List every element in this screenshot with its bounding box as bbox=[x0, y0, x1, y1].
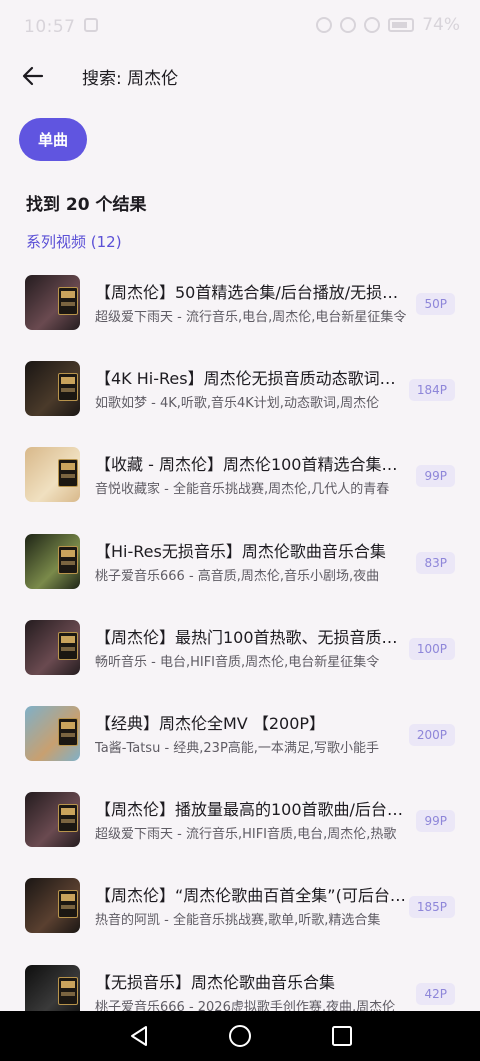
item-subtitle: Ta酱-Tatsu - 经典,23P高能,一本满足,写歌小能手 bbox=[95, 740, 380, 756]
item-subtitle: 桃子爱音乐666 - 高音质,周杰伦,音乐小剧场,夜曲 bbox=[95, 568, 380, 584]
arrow-left-icon bbox=[22, 66, 44, 86]
list-item[interactable]: 【经典】周杰伦全MV 【200P】 Ta酱-Tatsu - 经典,23P高能,一本… bbox=[0, 689, 480, 775]
video-thumbnail bbox=[25, 275, 80, 330]
nav-recents-button[interactable] bbox=[329, 1023, 355, 1049]
nav-home-button[interactable] bbox=[227, 1023, 253, 1049]
top-app-bar: 搜索: 周杰伦 bbox=[0, 56, 480, 96]
item-title: 【Hi-Res无损音乐】周杰伦歌曲音乐合集 bbox=[95, 541, 386, 561]
list-item[interactable]: 【收藏 - 周杰伦】周杰伦100首精选合集无损音悦收藏家 - 全能音乐挑战赛,周… bbox=[0, 430, 480, 516]
part-count-badge: 42P bbox=[416, 982, 455, 1005]
video-thumbnail bbox=[25, 361, 80, 417]
hires-audio-badge-icon bbox=[58, 804, 78, 833]
notification-icon bbox=[84, 18, 98, 32]
list-item[interactable]: 【Hi-Res无损音乐】周杰伦歌曲音乐合集桃子爱音乐666 - 高音质,周杰伦,… bbox=[0, 517, 480, 603]
back-button[interactable] bbox=[18, 60, 50, 92]
battery-level: 74% bbox=[422, 15, 460, 35]
list-item[interactable]: 【周杰伦】“周杰伦歌曲百首全集”(可后台播放) 热音的阿凯 - 全能音乐挑战赛,歌… bbox=[0, 861, 480, 947]
item-title: 【周杰伦】播放量最高的100首歌曲/后台播放 bbox=[95, 800, 410, 820]
alarm-icon bbox=[316, 17, 333, 33]
hires-audio-badge-icon bbox=[58, 545, 78, 574]
item-title: 【周杰伦】50首精选合集/后台播放/无损音质 bbox=[95, 283, 410, 302]
item-title: 【4K Hi-Res】周杰伦无损音质动态歌词合集 bbox=[95, 369, 410, 389]
item-title: 【周杰伦】最热门100首热歌、无损音质合集 bbox=[95, 627, 410, 647]
hires-audio-badge-icon bbox=[58, 287, 78, 315]
part-count-badge: 200P bbox=[408, 723, 455, 746]
item-subtitle: 超级爱下雨天 - 流行音乐,HIFI音质,电台,周杰伦,热歌 bbox=[95, 827, 397, 843]
part-count-badge: 100P bbox=[408, 637, 455, 660]
part-count-badge: 50P bbox=[416, 293, 455, 315]
hires-audio-badge-icon bbox=[58, 976, 78, 1005]
list-item[interactable]: 【周杰伦】播放量最高的100首歌曲/后台播放超级爱下雨天 - 流行音乐,HIFI… bbox=[0, 775, 480, 861]
part-count-badge: 99P bbox=[416, 465, 455, 488]
item-subtitle: 超级爱下雨天 - 流行音乐,电台,周杰伦,电台新星征集令 bbox=[95, 310, 407, 325]
recents-square-icon bbox=[332, 1026, 352, 1046]
hires-audio-badge-icon bbox=[58, 631, 78, 660]
item-title: 【无损音乐】周杰伦歌曲音乐合集 bbox=[95, 972, 336, 992]
video-thumbnail bbox=[25, 792, 80, 848]
list-item[interactable]: 【周杰伦】50首精选合集/后台播放/无损音质超级爱下雨天 - 流行音乐,电台,周… bbox=[0, 258, 480, 344]
video-thumbnail bbox=[25, 705, 80, 761]
item-title: 【经典】周杰伦全MV 【200P】 bbox=[95, 713, 326, 733]
status-bar: 10:57 74% bbox=[0, 0, 480, 56]
item-subtitle: 音悦收藏家 - 全能音乐挑战赛,周杰伦,几代人的青春 bbox=[95, 482, 390, 498]
item-subtitle: 畅听音乐 - 电台,HIFI音质,周杰伦,电台新星征集令 bbox=[95, 654, 380, 670]
item-subtitle: 如歌如梦 - 4K,听歌,音乐4K计划,动态歌词,周杰伦 bbox=[95, 396, 380, 412]
result-list: 【周杰伦】50首精选合集/后台播放/无损音质超级爱下雨天 - 流行音乐,电台,周… bbox=[0, 258, 480, 1034]
back-triangle-icon bbox=[131, 1026, 147, 1046]
battery-icon bbox=[388, 18, 415, 32]
list-item[interactable]: 【周杰伦】最热门100首热歌、无损音质合集畅听音乐 - 电台,HIFI音质,周杰… bbox=[0, 603, 480, 689]
item-title: 【周杰伦】“周杰伦歌曲百首全集”(可后台播放) bbox=[95, 886, 410, 906]
status-time: 10:57 bbox=[24, 17, 76, 37]
filter-chip-single[interactable]: 单曲 bbox=[19, 118, 87, 161]
video-thumbnail bbox=[25, 533, 80, 589]
system-nav-bar bbox=[0, 1011, 480, 1061]
hires-audio-badge-icon bbox=[58, 717, 78, 746]
page-title: 搜索: 周杰伦 bbox=[82, 69, 179, 89]
hires-audio-badge-icon bbox=[58, 459, 78, 488]
hires-audio-badge-icon bbox=[58, 373, 78, 402]
video-thumbnail bbox=[25, 619, 80, 675]
list-item[interactable]: 【4K Hi-Res】周杰伦无损音质动态歌词合集如歌如梦 - 4K,听歌,音乐4… bbox=[0, 344, 480, 430]
signal-icon bbox=[340, 17, 357, 33]
section-label: 系列视频 (12) bbox=[26, 233, 122, 251]
wifi-icon bbox=[364, 17, 381, 33]
home-circle-icon bbox=[229, 1025, 251, 1047]
part-count-badge: 185P bbox=[408, 896, 455, 919]
item-title: 【收藏 - 周杰伦】周杰伦100首精选合集无损 bbox=[95, 455, 410, 475]
status-icons: 74% bbox=[316, 15, 460, 35]
hires-audio-badge-icon bbox=[58, 890, 78, 919]
item-subtitle: 热音的阿凯 - 全能音乐挑战赛,歌单,听歌,精选合集 bbox=[95, 913, 381, 929]
nav-back-button[interactable] bbox=[126, 1023, 152, 1049]
part-count-badge: 184P bbox=[408, 379, 455, 402]
part-count-badge: 99P bbox=[416, 810, 455, 833]
part-count-badge: 83P bbox=[416, 551, 455, 574]
video-thumbnail bbox=[25, 447, 80, 503]
result-count: 找到 20 个结果 bbox=[26, 195, 147, 215]
video-thumbnail bbox=[25, 878, 80, 934]
